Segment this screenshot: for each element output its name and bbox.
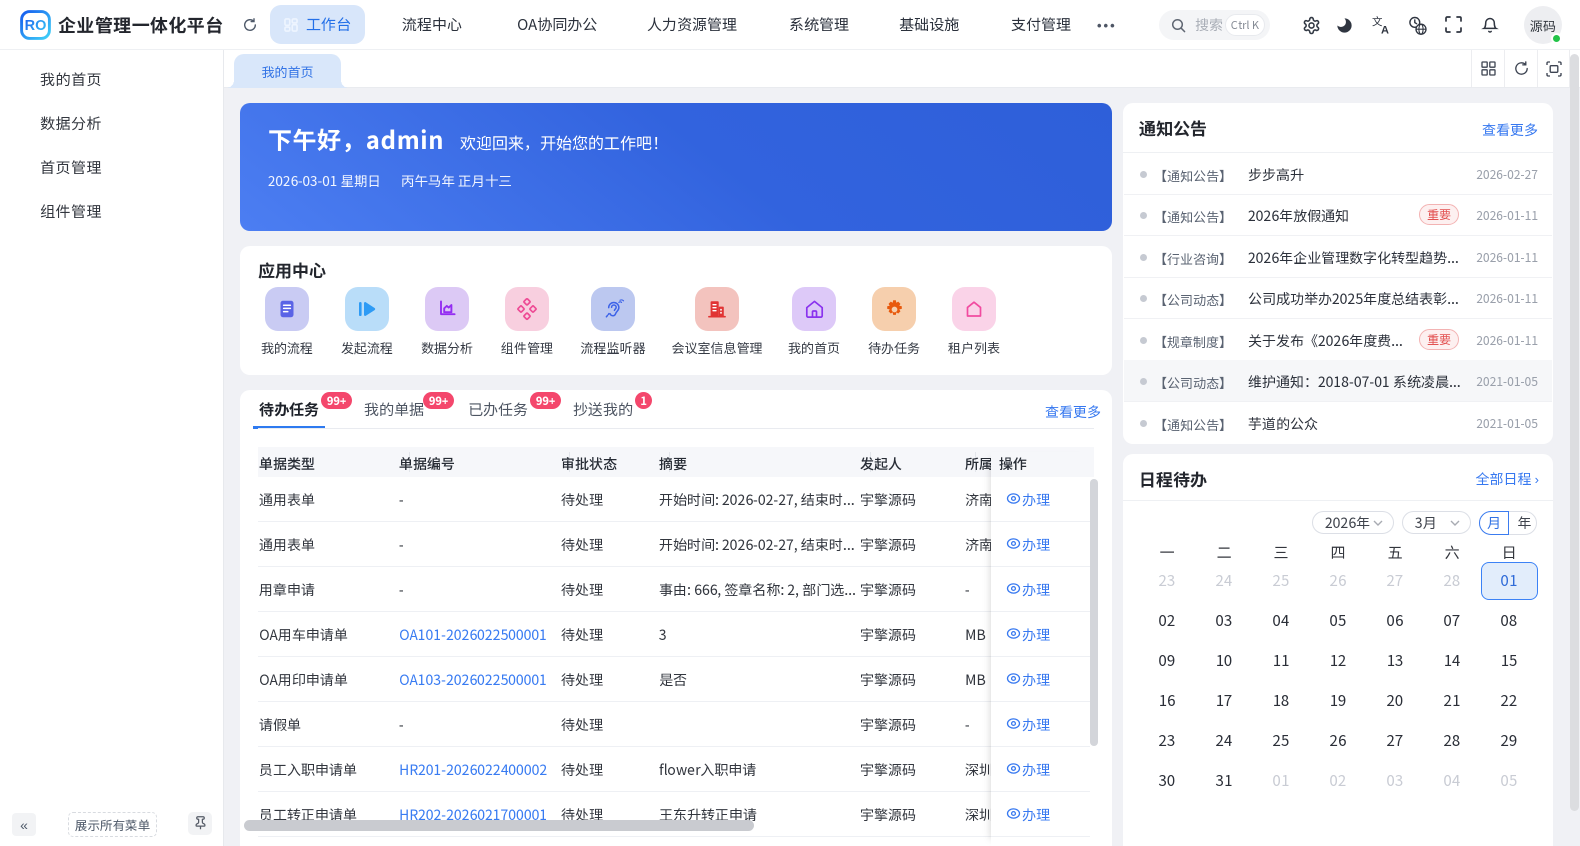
svg-text:RO: RO [25, 18, 47, 34]
svg-text:A: A [1381, 25, 1389, 36]
